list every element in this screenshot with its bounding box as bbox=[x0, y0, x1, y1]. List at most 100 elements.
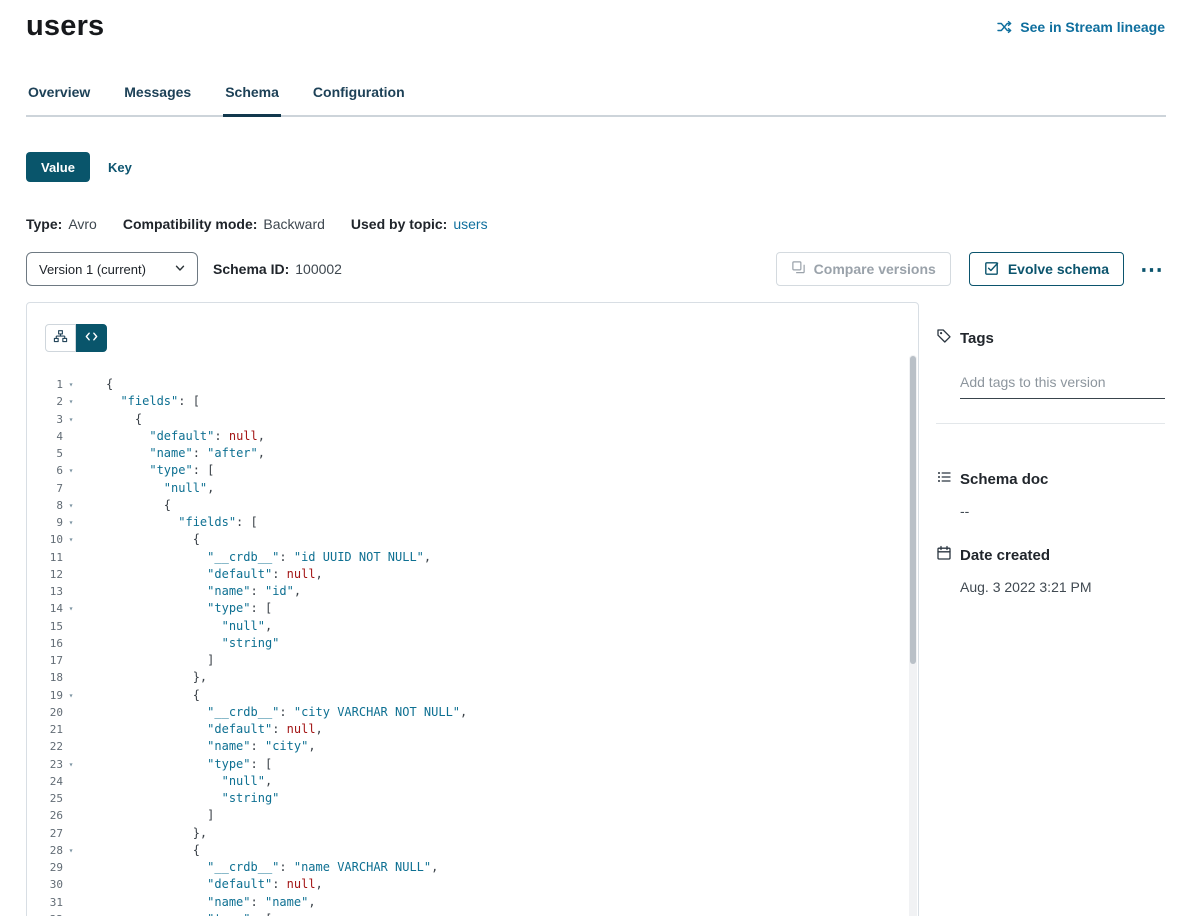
code-line: 18 }, bbox=[27, 669, 918, 686]
line-number: 24 bbox=[27, 773, 63, 790]
line-number: 31 bbox=[27, 894, 63, 911]
tab-overview[interactable]: Overview bbox=[26, 84, 92, 115]
line-content: "default": null, bbox=[79, 428, 265, 445]
key-toggle-button[interactable]: Key bbox=[90, 152, 150, 182]
tab-schema[interactable]: Schema bbox=[223, 84, 281, 115]
line-content: "name": "after", bbox=[79, 445, 265, 462]
line-number: 28 bbox=[27, 842, 63, 859]
fold-toggle-icon[interactable]: ▾ bbox=[63, 842, 79, 859]
fold-toggle-icon[interactable]: ▾ bbox=[63, 531, 79, 548]
fold-toggle-icon[interactable]: ▾ bbox=[63, 514, 79, 531]
code-line: 6▾ "type": [ bbox=[27, 462, 918, 479]
line-content: "null", bbox=[79, 480, 214, 497]
fold-toggle-icon[interactable]: ▾ bbox=[63, 411, 79, 428]
tab-messages[interactable]: Messages bbox=[122, 84, 193, 115]
fold-toggle-icon[interactable]: ▾ bbox=[63, 756, 79, 773]
date-created-header: Date created bbox=[936, 545, 1165, 566]
line-number: 29 bbox=[27, 859, 63, 876]
code-line: 14▾ "type": [ bbox=[27, 600, 918, 617]
tree-view-button[interactable] bbox=[45, 324, 76, 352]
tab-bar: Overview Messages Schema Configuration bbox=[26, 84, 1166, 117]
line-content: ] bbox=[79, 652, 214, 669]
fold-toggle-icon[interactable]: ▾ bbox=[63, 393, 79, 410]
line-content: "type": [ bbox=[79, 600, 272, 617]
tag-icon bbox=[936, 328, 952, 349]
tree-view-icon bbox=[53, 329, 68, 347]
code-line: 10▾ { bbox=[27, 531, 918, 548]
code-line: 11 "__crdb__": "id UUID NOT NULL", bbox=[27, 549, 918, 566]
schema-code-editor[interactable]: 1▾{2▾ "fields": [3▾ {4 "default": null,5… bbox=[27, 376, 918, 916]
line-number: 30 bbox=[27, 876, 63, 893]
line-content: { bbox=[79, 842, 200, 859]
evolve-schema-icon bbox=[984, 260, 1000, 279]
line-number: 27 bbox=[27, 825, 63, 842]
schema-editor-panel: 1▾{2▾ "fields": [3▾ {4 "default": null,5… bbox=[26, 302, 919, 916]
fold-toggle-icon[interactable]: ▾ bbox=[63, 687, 79, 704]
line-number: 3 bbox=[27, 411, 63, 428]
line-number: 10 bbox=[27, 531, 63, 548]
code-line: 8▾ { bbox=[27, 497, 918, 514]
value-toggle-button[interactable]: Value bbox=[26, 152, 90, 182]
type-meta: Type: Avro bbox=[26, 216, 97, 232]
schema-meta-row: Type: Avro Compatibility mode: Backward … bbox=[26, 216, 1189, 232]
schema-id: Schema ID: 100002 bbox=[213, 261, 342, 277]
schema-doc-title: Schema doc bbox=[960, 471, 1048, 488]
line-content: "__crdb__": "name VARCHAR NULL", bbox=[79, 859, 438, 876]
version-select[interactable]: Version 1 (current) bbox=[26, 252, 198, 286]
editor-scrollbar-thumb[interactable] bbox=[910, 356, 916, 664]
code-line: 4 "default": null, bbox=[27, 428, 918, 445]
date-created-value: Aug. 3 2022 3:21 PM bbox=[960, 579, 1165, 595]
line-number: 22 bbox=[27, 738, 63, 755]
tags-section: Tags bbox=[936, 328, 1165, 424]
schema-doc-header: Schema doc bbox=[936, 469, 1165, 490]
line-number: 16 bbox=[27, 635, 63, 652]
line-content: "type": [ bbox=[79, 756, 272, 773]
fold-toggle-icon[interactable]: ▾ bbox=[63, 462, 79, 479]
code-line: 22 "name": "city", bbox=[27, 738, 918, 755]
add-tags-input[interactable] bbox=[960, 370, 1165, 399]
line-number: 2 bbox=[27, 393, 63, 410]
line-number: 15 bbox=[27, 618, 63, 635]
type-value: Avro bbox=[68, 216, 97, 232]
line-content: "type": [ bbox=[79, 462, 214, 479]
code-line: 5 "name": "after", bbox=[27, 445, 918, 462]
schema-id-value: 100002 bbox=[295, 261, 342, 277]
code-line: 3▾ { bbox=[27, 411, 918, 428]
line-number: 1 bbox=[27, 376, 63, 393]
line-number: 6 bbox=[27, 462, 63, 479]
fold-toggle-icon[interactable]: ▾ bbox=[63, 911, 79, 916]
line-content: "default": null, bbox=[79, 566, 323, 583]
code-view-button[interactable] bbox=[76, 324, 107, 352]
stream-lineage-label: See in Stream lineage bbox=[1020, 19, 1165, 35]
tab-configuration[interactable]: Configuration bbox=[311, 84, 407, 115]
code-line: 12 "default": null, bbox=[27, 566, 918, 583]
fold-toggle-icon[interactable]: ▾ bbox=[63, 600, 79, 617]
schema-id-label: Schema ID: bbox=[213, 261, 289, 277]
version-select-value: Version 1 (current) bbox=[39, 262, 146, 277]
line-number: 19 bbox=[27, 687, 63, 704]
line-number: 5 bbox=[27, 445, 63, 462]
fold-toggle-icon[interactable]: ▾ bbox=[63, 497, 79, 514]
compare-versions-button[interactable]: Compare versions bbox=[776, 252, 951, 286]
editor-scrollbar[interactable] bbox=[909, 355, 917, 916]
schema-doc-section: Schema doc -- bbox=[936, 469, 1165, 519]
line-number: 7 bbox=[27, 480, 63, 497]
evolve-schema-label: Evolve schema bbox=[1008, 261, 1109, 277]
type-label: Type: bbox=[26, 216, 62, 232]
code-line: 19▾ { bbox=[27, 687, 918, 704]
code-line: 23▾ "type": [ bbox=[27, 756, 918, 773]
line-content: "name": "city", bbox=[79, 738, 316, 755]
code-line: 7 "null", bbox=[27, 480, 918, 497]
compatibility-value: Backward bbox=[263, 216, 324, 232]
line-content: { bbox=[79, 687, 200, 704]
line-content: "type": [ bbox=[79, 911, 272, 916]
stream-lineage-link[interactable]: See in Stream lineage bbox=[996, 19, 1165, 35]
line-content: "__crdb__": "id UUID NOT NULL", bbox=[79, 549, 431, 566]
compare-versions-label: Compare versions bbox=[814, 261, 936, 277]
fold-toggle-icon[interactable]: ▾ bbox=[63, 376, 79, 393]
evolve-schema-button[interactable]: Evolve schema bbox=[969, 252, 1124, 286]
topic-link[interactable]: users bbox=[453, 216, 487, 232]
stream-lineage-icon bbox=[996, 19, 1013, 35]
code-line: 30 "default": null, bbox=[27, 876, 918, 893]
line-number: 4 bbox=[27, 428, 63, 445]
